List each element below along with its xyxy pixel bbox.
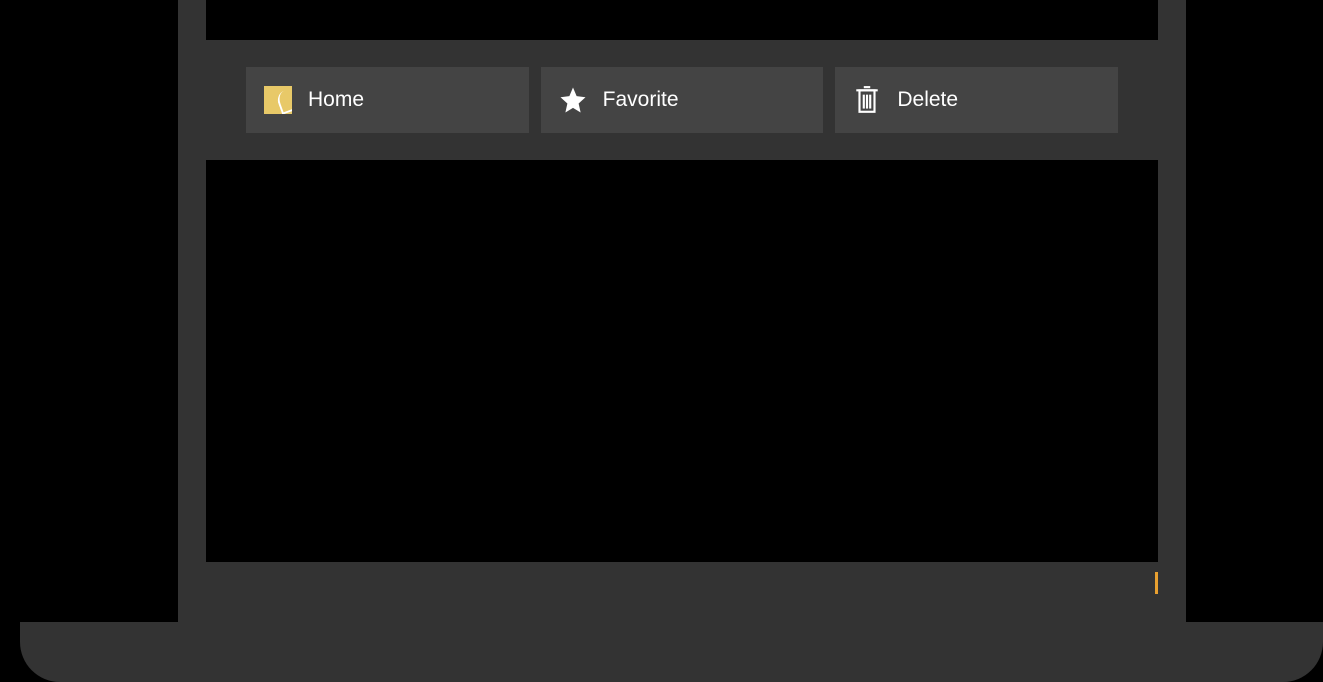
home-icon [262, 84, 294, 116]
star-icon [557, 84, 589, 116]
delete-button-label: Delete [897, 88, 958, 112]
favorite-button[interactable]: Favorite [541, 67, 824, 133]
screen: Home Favorite [206, 0, 1158, 594]
laptop-frame: Home Favorite [178, 0, 1186, 622]
accent-indicator [1155, 572, 1158, 594]
content-area [206, 160, 1158, 562]
delete-button[interactable]: Delete [835, 67, 1118, 133]
favorite-button-label: Favorite [603, 88, 679, 112]
toolbar: Home Favorite [206, 40, 1158, 160]
bottom-bar [206, 562, 1158, 594]
trash-icon [851, 84, 883, 116]
home-button[interactable]: Home [246, 67, 529, 133]
laptop-base [20, 622, 1323, 682]
home-button-label: Home [308, 88, 364, 112]
